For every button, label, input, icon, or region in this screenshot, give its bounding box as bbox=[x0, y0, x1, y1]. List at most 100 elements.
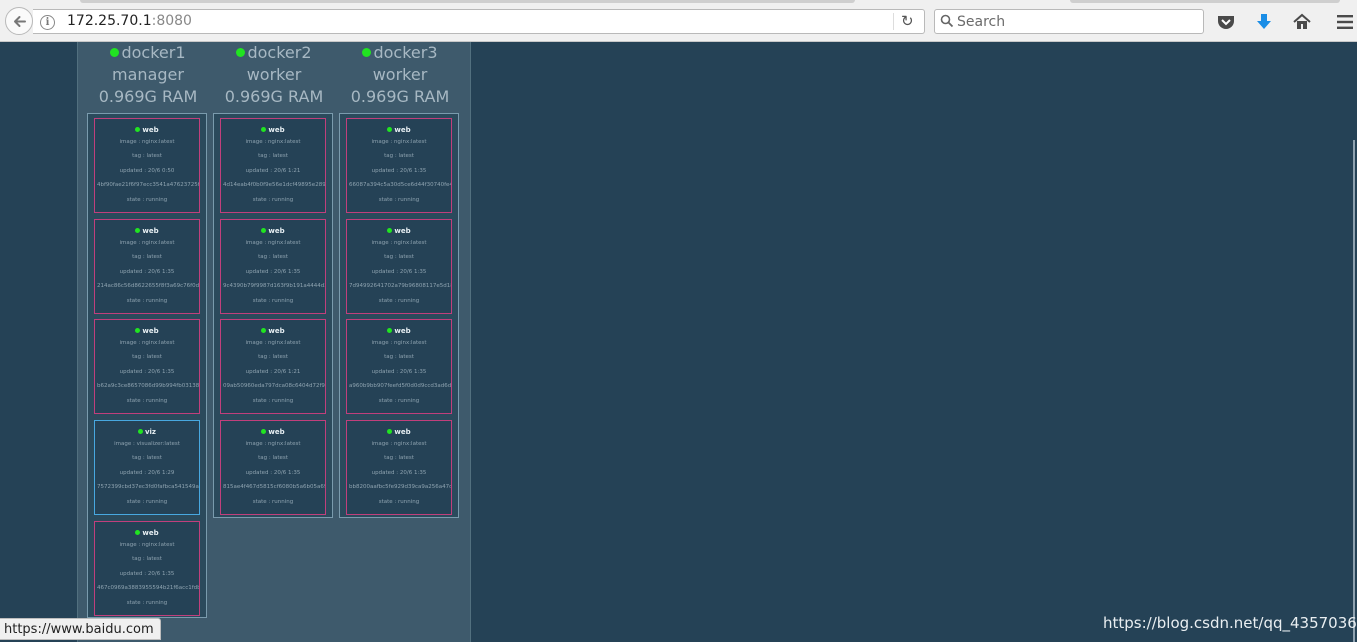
task-id: 214ac86c56d8622655f8f3a69c76f0dc3c bbox=[97, 283, 200, 290]
task-state: state : running bbox=[378, 498, 420, 505]
task-image: image : nginx:latest bbox=[371, 240, 427, 246]
status-dot-icon bbox=[110, 48, 120, 57]
task-id: a960b9bb907feefd5f0d0d9ccd3ad6d bbox=[349, 383, 452, 390]
task-card-viz[interactable]: viz image : visualizer:latest tag : late… bbox=[94, 420, 200, 515]
task-updated: updated : 20/6 1:35 bbox=[371, 167, 427, 174]
task-tag: tag : latest bbox=[258, 153, 288, 160]
info-icon[interactable]: i bbox=[40, 15, 55, 30]
task-id: 7572399cbd37ec3fd0fafbca541549af71 bbox=[97, 484, 200, 491]
node-role: worker bbox=[372, 65, 428, 84]
task-image: image : nginx:latest bbox=[371, 441, 427, 447]
node-name: docker1 bbox=[121, 43, 186, 62]
task-card[interactable]: web image : nginx:latest tag : latest up… bbox=[346, 319, 452, 414]
task-updated: updated : 20/6 1:35 bbox=[119, 570, 175, 577]
node-ram: 0.969G RAM bbox=[98, 87, 198, 106]
tab-edge bbox=[80, 0, 855, 3]
task-service: web bbox=[268, 428, 285, 436]
reload-icon[interactable]: ↻ bbox=[901, 12, 914, 30]
task-card[interactable]: web image : nginx:latest tag : latest up… bbox=[220, 319, 326, 414]
task-image: image : nginx:latest bbox=[119, 139, 175, 145]
task-tag: tag : latest bbox=[132, 153, 162, 160]
task-tag: tag : latest bbox=[384, 354, 414, 361]
task-state: state : running bbox=[378, 397, 420, 404]
scrollbar[interactable] bbox=[1353, 140, 1355, 642]
task-state: state : running bbox=[378, 196, 420, 203]
task-card[interactable]: web image : nginx:latest tag : latest up… bbox=[346, 219, 452, 314]
task-image: image : nginx:latest bbox=[245, 240, 301, 246]
node-header: docker3 worker 0.969G RAM bbox=[340, 42, 460, 108]
task-id: 7d94992641702a79b96808117e5d18622 bbox=[349, 283, 451, 290]
task-card[interactable]: web image : nginx:latest tag : latest up… bbox=[94, 521, 200, 616]
back-button[interactable] bbox=[5, 7, 33, 35]
task-updated: updated : 20/6 1:21 bbox=[245, 167, 301, 174]
status-dot-icon bbox=[387, 228, 393, 233]
url-bar[interactable]: i 172.25.70.1:8080 ↻ bbox=[33, 9, 925, 34]
task-service: web bbox=[142, 327, 159, 335]
node-name: docker2 bbox=[247, 43, 312, 62]
task-image: image : nginx:latest bbox=[371, 139, 427, 145]
task-updated: updated : 20/6 1:35 bbox=[371, 368, 427, 375]
task-card[interactable]: web image : nginx:latest tag : latest up… bbox=[220, 219, 326, 314]
back-arrow-icon bbox=[14, 16, 26, 27]
task-image: image : nginx:latest bbox=[119, 240, 175, 246]
task-service: web bbox=[142, 227, 159, 235]
task-tag: tag : latest bbox=[132, 354, 162, 361]
task-image: image : nginx:latest bbox=[119, 340, 175, 346]
task-state: state : running bbox=[252, 397, 294, 404]
pocket-icon[interactable] bbox=[1216, 12, 1236, 32]
task-tag: tag : latest bbox=[384, 254, 414, 261]
task-id: 09ab50960eda797dca08c6404d72f9a25 bbox=[223, 383, 326, 390]
menu-icon[interactable] bbox=[1335, 12, 1355, 32]
task-state: state : running bbox=[126, 599, 168, 606]
task-state: state : running bbox=[252, 196, 294, 203]
status-dot-icon bbox=[261, 429, 267, 434]
status-dot-icon bbox=[261, 328, 267, 333]
task-tag: tag : latest bbox=[258, 354, 288, 361]
download-icon[interactable] bbox=[1254, 12, 1274, 32]
node-header: docker1 manager 0.969G RAM bbox=[88, 42, 208, 108]
status-dot-icon bbox=[387, 429, 393, 434]
task-card[interactable]: web image : nginx:latest tag : latest up… bbox=[94, 118, 200, 213]
task-state: state : running bbox=[126, 397, 168, 404]
task-state: state : running bbox=[252, 498, 294, 505]
task-card[interactable]: web image : nginx:latest tag : latest up… bbox=[94, 319, 200, 414]
search-input[interactable] bbox=[957, 12, 1197, 31]
status-dot-icon bbox=[261, 127, 267, 132]
node-docker1: docker1 manager 0.969G RAM web image : n… bbox=[87, 42, 208, 618]
node-role: worker bbox=[246, 65, 302, 84]
node-task-list: web image : nginx:latest tag : latest up… bbox=[339, 113, 459, 518]
task-service: web bbox=[268, 126, 285, 134]
task-card[interactable]: web image : nginx:latest tag : latest up… bbox=[220, 420, 326, 515]
task-image: image : nginx:latest bbox=[119, 542, 175, 548]
task-card[interactable]: web image : nginx:latest tag : latest up… bbox=[220, 118, 326, 213]
task-card[interactable]: web image : nginx:latest tag : latest up… bbox=[94, 219, 200, 314]
task-service: web bbox=[394, 227, 411, 235]
task-id: b62a9c3ce8657086d99b994fb0313857f bbox=[97, 383, 200, 390]
task-id: 467c0969a3883955594b21f6acc1fdb93 bbox=[97, 585, 200, 592]
task-service: web bbox=[142, 126, 159, 134]
task-updated: updated : 20/6 1:35 bbox=[119, 368, 175, 375]
home-icon[interactable] bbox=[1292, 12, 1312, 32]
task-image: image : nginx:latest bbox=[245, 340, 301, 346]
task-state: state : running bbox=[126, 196, 168, 203]
node-task-list: web image : nginx:latest tag : latest up… bbox=[87, 113, 207, 618]
status-dot-icon bbox=[362, 48, 372, 57]
task-updated: updated : 20/6 0:50 bbox=[119, 167, 175, 174]
task-service: web bbox=[268, 227, 285, 235]
search-bar[interactable] bbox=[934, 9, 1204, 34]
task-service: web bbox=[394, 428, 411, 436]
task-id: 815ae4f467d5815cf6080b5a6b05a69e6a bbox=[223, 484, 325, 491]
task-card[interactable]: web image : nginx:latest tag : latest up… bbox=[346, 118, 452, 213]
url-text[interactable]: 172.25.70.1:8080 bbox=[67, 13, 192, 29]
task-image: image : nginx:latest bbox=[245, 139, 301, 145]
task-id: 66087a394c5a30d5ce6d44f30740fe4af4 bbox=[349, 182, 452, 189]
task-id: 9c4390b79f9987d163f9b191a4444d39b bbox=[223, 283, 326, 290]
search-icon bbox=[940, 14, 954, 28]
task-tag: tag : latest bbox=[132, 254, 162, 261]
task-id: 4d14eab4f0b0f9e56e1dcf49895e28907 bbox=[223, 182, 326, 189]
task-card[interactable]: web image : nginx:latest tag : latest up… bbox=[346, 420, 452, 515]
task-state: state : running bbox=[378, 297, 420, 304]
status-dot-icon bbox=[135, 530, 141, 535]
task-updated: updated : 20/6 1:35 bbox=[119, 268, 175, 275]
task-image: image : nginx:latest bbox=[245, 441, 301, 447]
